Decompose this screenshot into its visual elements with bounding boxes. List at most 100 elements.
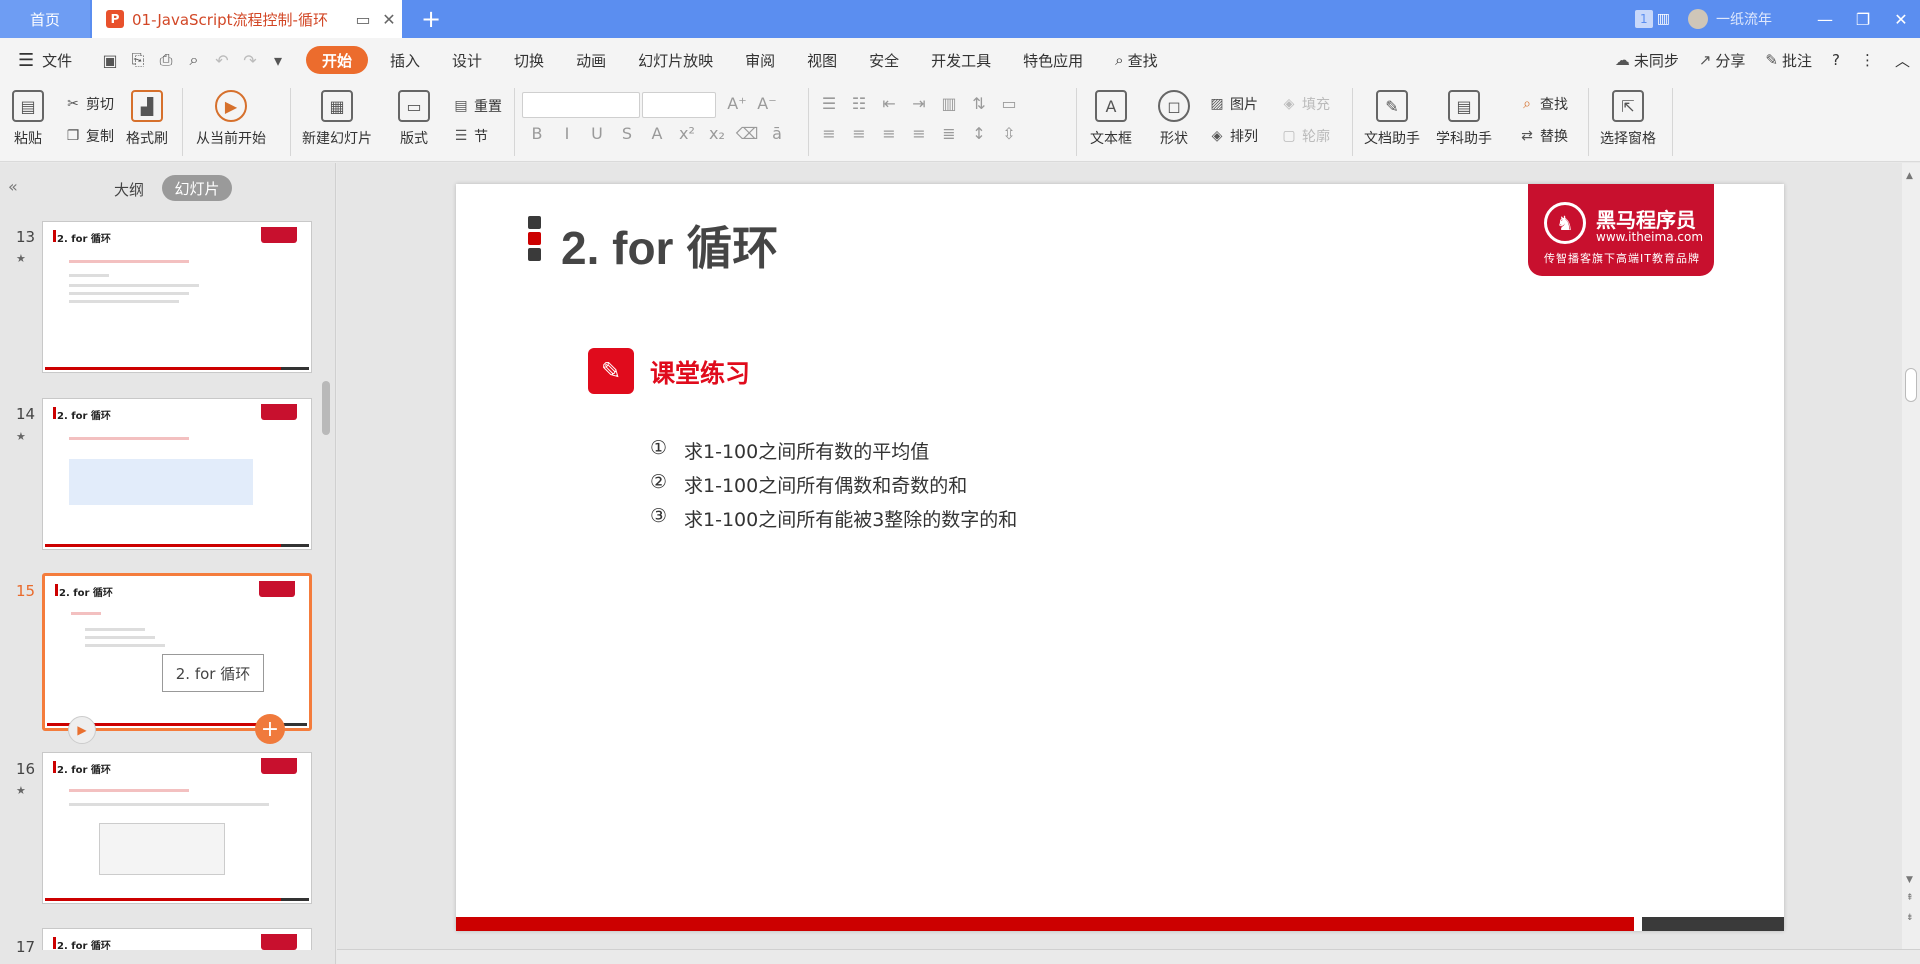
more-icon[interactable]: ⋮ bbox=[1850, 51, 1885, 69]
export-icon[interactable]: ⎘ bbox=[124, 50, 152, 70]
align-right-icon[interactable]: ≡ bbox=[874, 124, 904, 143]
subject-assistant-button[interactable]: ▤ 学科助手 bbox=[1436, 90, 1492, 148]
exercise-item[interactable]: ② 求1-100之间所有偶数和奇数的和 bbox=[650, 471, 967, 498]
tab-transition[interactable]: 切换 bbox=[498, 46, 560, 74]
replace-button[interactable]: ⇄ 替换 bbox=[1518, 126, 1568, 146]
collapse-panel-icon[interactable]: « bbox=[8, 177, 18, 196]
eraser-icon[interactable]: ⌫ bbox=[732, 124, 762, 143]
slide-thumbnail[interactable]: 2. for 循环 bbox=[42, 752, 312, 904]
close-button[interactable]: ✕ bbox=[1882, 10, 1920, 29]
slide-thumbnail-selected[interactable]: 2. for 循环 bbox=[42, 573, 312, 731]
collapse-ribbon-icon[interactable]: ︿ bbox=[1885, 50, 1920, 71]
tab-slides[interactable]: 幻灯片 bbox=[162, 175, 232, 201]
annotate-button[interactable]: ✎ 批注 bbox=[1755, 50, 1822, 71]
tab-animation[interactable]: 动画 bbox=[560, 46, 622, 74]
grow-font-icon[interactable]: A⁺ bbox=[722, 94, 752, 113]
numbering-icon[interactable]: ☷ bbox=[844, 94, 874, 113]
customize-icon[interactable]: ▾ bbox=[264, 51, 292, 70]
pin-icon[interactable]: ▭ bbox=[350, 10, 376, 29]
exercise-item[interactable]: ③ 求1-100之间所有能被3整除的数字的和 bbox=[650, 505, 1017, 532]
arrange-button[interactable]: ◈ 排列 bbox=[1208, 126, 1258, 146]
increase-indent-icon[interactable]: ⇥ bbox=[904, 94, 934, 113]
page-count-badge[interactable]: 1 bbox=[1634, 10, 1653, 28]
slide-title[interactable]: 2. for 循环 bbox=[561, 212, 778, 278]
prev-slide-icon[interactable]: ⇞ bbox=[1906, 893, 1914, 903]
font-color-icon[interactable]: A bbox=[642, 124, 672, 143]
slide-thumbnail[interactable]: 2. for 循环 bbox=[42, 928, 312, 950]
bold-icon[interactable]: B bbox=[522, 124, 552, 143]
tab-design[interactable]: 设计 bbox=[436, 46, 498, 74]
textbox-button[interactable]: A 文本框 bbox=[1090, 90, 1132, 148]
new-slide-button[interactable]: ▦ 新建幻灯片 bbox=[302, 90, 372, 148]
picture-button[interactable]: ▨ 图片 bbox=[1208, 94, 1258, 114]
redo-icon[interactable]: ↷ bbox=[236, 51, 264, 70]
font-family-select[interactable] bbox=[522, 92, 640, 118]
help-icon[interactable]: ? bbox=[1822, 51, 1850, 69]
close-tab-icon[interactable]: ✕ bbox=[376, 10, 402, 29]
window-list-icon[interactable]: ▥ bbox=[1657, 11, 1670, 27]
find-button[interactable]: ⌕ 查找 bbox=[1518, 94, 1568, 114]
para-spacing-icon[interactable]: ⇳ bbox=[994, 124, 1024, 143]
font-size-select[interactable] bbox=[642, 92, 716, 118]
restore-button[interactable]: ❐ bbox=[1844, 10, 1882, 29]
tab-view[interactable]: 视图 bbox=[791, 46, 853, 74]
shrink-font-icon[interactable]: A⁻ bbox=[752, 94, 782, 113]
search-command[interactable]: ⌕ 查找 bbox=[1099, 46, 1173, 74]
align-text-icon[interactable]: ▭ bbox=[994, 94, 1024, 113]
tab-home-ribbon[interactable]: 开始 bbox=[306, 46, 369, 74]
save-icon[interactable]: ▣ bbox=[96, 51, 124, 70]
outline-button[interactable]: ▢ 轮廓 bbox=[1280, 126, 1330, 146]
character-icon[interactable]: ā bbox=[762, 124, 792, 143]
strikethrough-icon[interactable]: S bbox=[612, 124, 642, 143]
minimize-button[interactable]: — bbox=[1806, 10, 1844, 29]
tab-features[interactable]: 特色应用 bbox=[1007, 46, 1099, 74]
file-menu[interactable]: ☰ 文件 bbox=[0, 50, 96, 71]
scroll-down-icon[interactable]: ▼ bbox=[1906, 875, 1913, 885]
share-button[interactable]: ↗ 分享 bbox=[1689, 50, 1756, 71]
editor-scrollbar[interactable]: ▲ ▼ ⇞ ⇟ bbox=[1902, 163, 1920, 949]
justify-icon[interactable]: ≡ bbox=[904, 124, 934, 143]
new-tab-button[interactable]: + bbox=[416, 4, 446, 34]
slide-thumbnail[interactable]: 2. for 循环 bbox=[42, 221, 312, 373]
underline-icon[interactable]: U bbox=[582, 124, 612, 143]
panel-scrollbar[interactable] bbox=[322, 381, 330, 435]
tab-review[interactable]: 审阅 bbox=[729, 46, 791, 74]
play-slide-icon[interactable]: ▶ bbox=[68, 716, 96, 744]
avatar[interactable] bbox=[1688, 9, 1708, 29]
align-center-icon[interactable]: ≡ bbox=[844, 124, 874, 143]
scrollbar-thumb[interactable] bbox=[1905, 368, 1917, 402]
exercise-title[interactable]: 课堂练习 bbox=[650, 354, 750, 390]
italic-icon[interactable]: I bbox=[552, 124, 582, 143]
section-button[interactable]: ☰ 节 bbox=[452, 126, 488, 146]
line-spacing-icon[interactable]: ↕ bbox=[964, 124, 994, 143]
tab-outline[interactable]: 大纲 bbox=[114, 179, 144, 200]
align-left-icon[interactable]: ≡ bbox=[814, 124, 844, 143]
tab-security[interactable]: 安全 bbox=[853, 46, 915, 74]
play-from-current-button[interactable]: ▶ 从当前开始 bbox=[196, 90, 266, 148]
preview-icon[interactable]: ⌕ bbox=[180, 50, 208, 70]
select-pane-button[interactable]: ⇱ 选择窗格 bbox=[1600, 90, 1656, 148]
format-painter-button[interactable]: ▟ 格式刷 bbox=[126, 90, 168, 148]
bullets-icon[interactable]: ☰ bbox=[814, 94, 844, 113]
next-slide-icon[interactable]: ⇟ bbox=[1906, 913, 1914, 923]
slide-canvas[interactable]: 2. for 循环 ♞ 黑马程序员 www.itheima.com 传智播客旗下… bbox=[456, 184, 1784, 931]
reset-button[interactable]: ▤ 重置 bbox=[452, 96, 502, 116]
scroll-up-icon[interactable]: ▲ bbox=[1906, 171, 1913, 181]
layout-button[interactable]: ▭ 版式 bbox=[398, 90, 430, 148]
shape-button[interactable]: ◻ 形状 bbox=[1158, 90, 1190, 148]
subscript-icon[interactable]: x₂ bbox=[702, 124, 732, 143]
tab-home[interactable]: 首页 bbox=[0, 0, 90, 38]
copy-button[interactable]: ❐ 复制 bbox=[64, 126, 114, 146]
add-slide-button[interactable]: + bbox=[255, 714, 285, 744]
sync-button[interactable]: ☁ 未同步 bbox=[1605, 50, 1689, 71]
distribute-icon[interactable]: ≣ bbox=[934, 124, 964, 143]
slide-thumbnail[interactable]: 2. for 循环 bbox=[42, 398, 312, 550]
cut-button[interactable]: ✂ 剪切 bbox=[64, 94, 114, 114]
tab-slideshow[interactable]: 幻灯片放映 bbox=[622, 46, 729, 74]
text-direction-icon[interactable]: ⇅ bbox=[964, 94, 994, 113]
exercise-item[interactable]: ① 求1-100之间所有数的平均值 bbox=[650, 437, 929, 464]
user-name[interactable]: 一纸流年 bbox=[1716, 9, 1772, 29]
superscript-icon[interactable]: x² bbox=[672, 124, 702, 143]
decrease-indent-icon[interactable]: ⇤ bbox=[874, 94, 904, 113]
paste-button[interactable]: ▤ 粘贴 bbox=[12, 90, 44, 148]
